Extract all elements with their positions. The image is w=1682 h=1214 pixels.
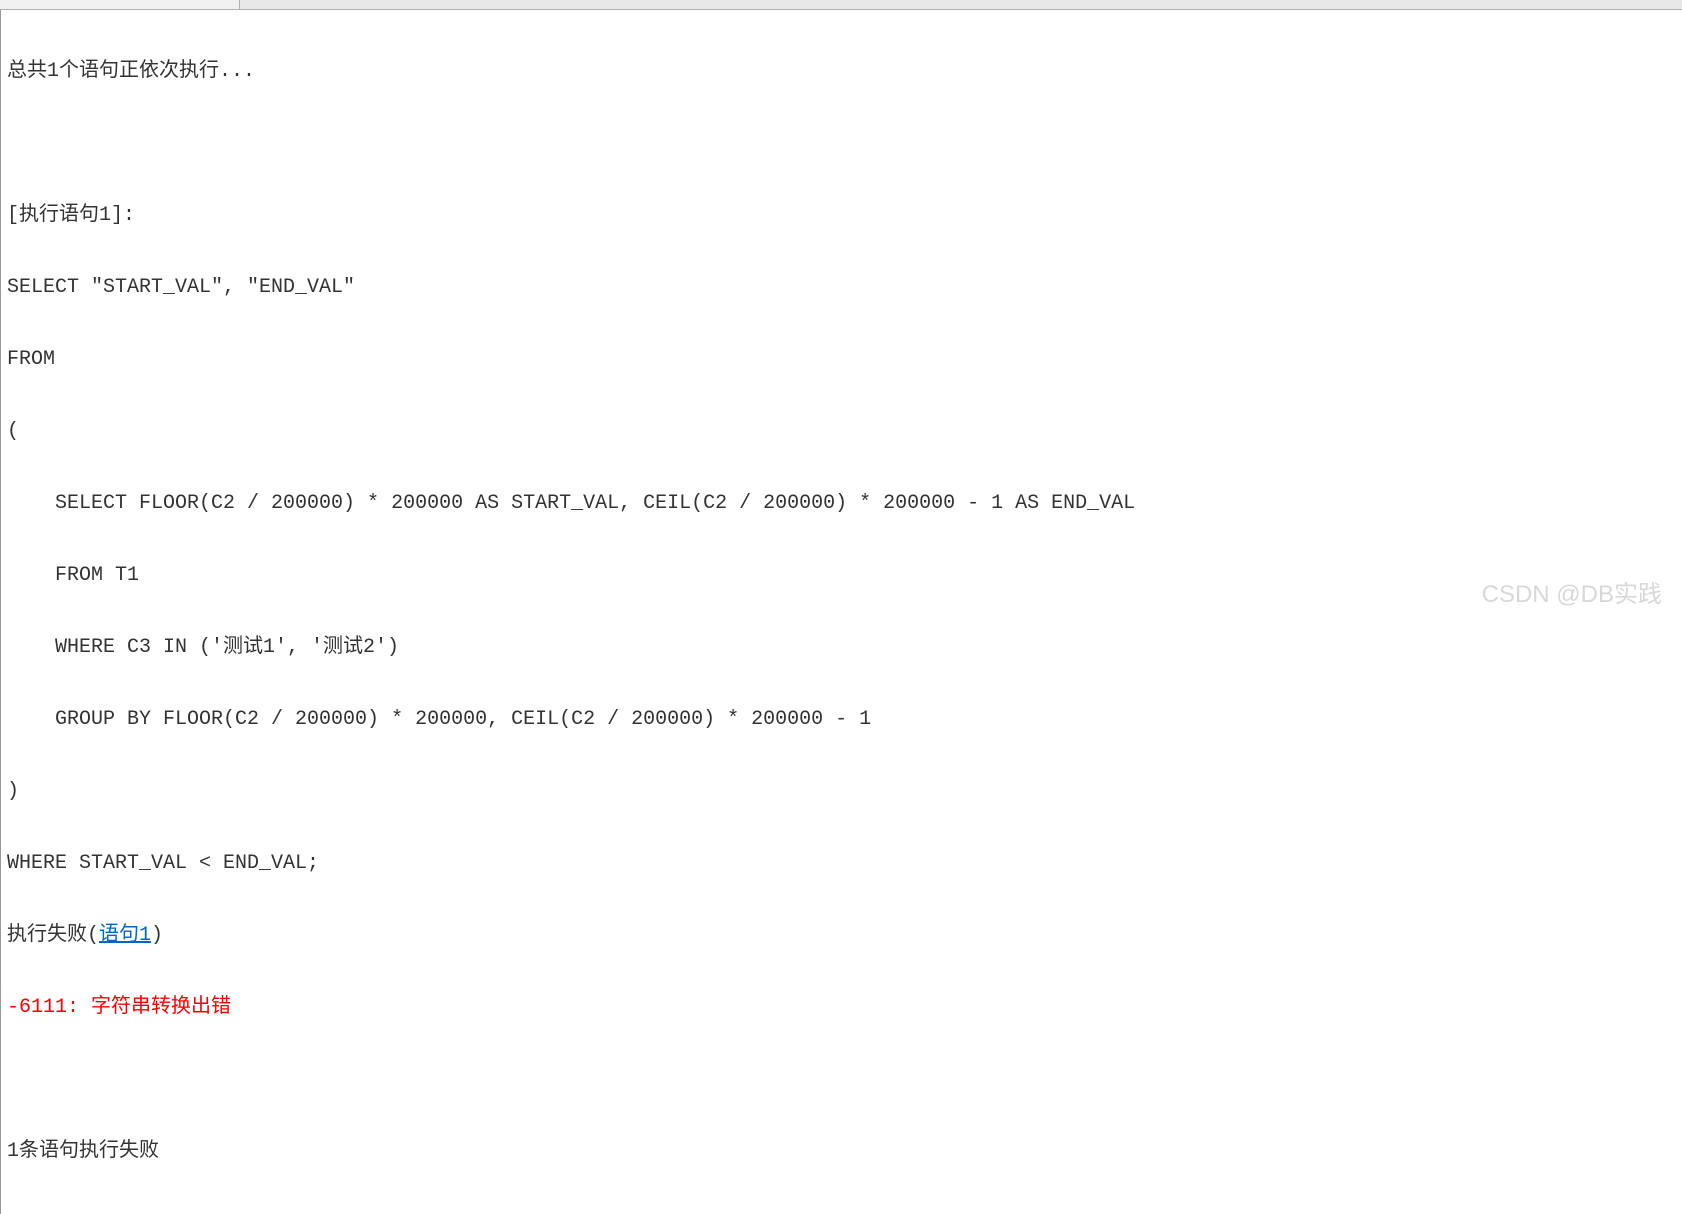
- fail-prefix: 执行失败(: [7, 924, 99, 947]
- statement-link[interactable]: 语句1: [99, 924, 151, 947]
- execution-label: [执行语句1]:: [7, 198, 1676, 234]
- blank-line: [7, 126, 1676, 162]
- status-line: 总共1个语句正依次执行...: [7, 54, 1676, 90]
- fail-status-line: 执行失败(语句1): [7, 918, 1676, 954]
- tab-segment: [0, 0, 240, 9]
- sql-line: (: [7, 414, 1676, 450]
- window-tab-bar: [0, 0, 1682, 10]
- summary-line: 1条语句执行失败: [7, 1134, 1676, 1170]
- sql-line: SELECT FLOOR(C2 / 200000) * 200000 AS ST…: [7, 486, 1676, 522]
- sql-line: FROM T1: [7, 558, 1676, 594]
- sql-line: GROUP BY FLOOR(C2 / 200000) * 200000, CE…: [7, 702, 1676, 738]
- fail-suffix: ): [151, 924, 163, 947]
- output-panel: 总共1个语句正依次执行... [执行语句1]: SELECT "START_VA…: [0, 10, 1682, 1214]
- sql-line: SELECT "START_VAL", "END_VAL": [7, 270, 1676, 306]
- sql-line: FROM: [7, 342, 1676, 378]
- error-message: -6111: 字符串转换出错: [7, 990, 1676, 1026]
- sql-line: WHERE C3 IN ('测试1', '测试2'): [7, 630, 1676, 666]
- blank-line: [7, 1062, 1676, 1098]
- sql-line: WHERE START_VAL < END_VAL;: [7, 846, 1676, 882]
- sql-line: ): [7, 774, 1676, 810]
